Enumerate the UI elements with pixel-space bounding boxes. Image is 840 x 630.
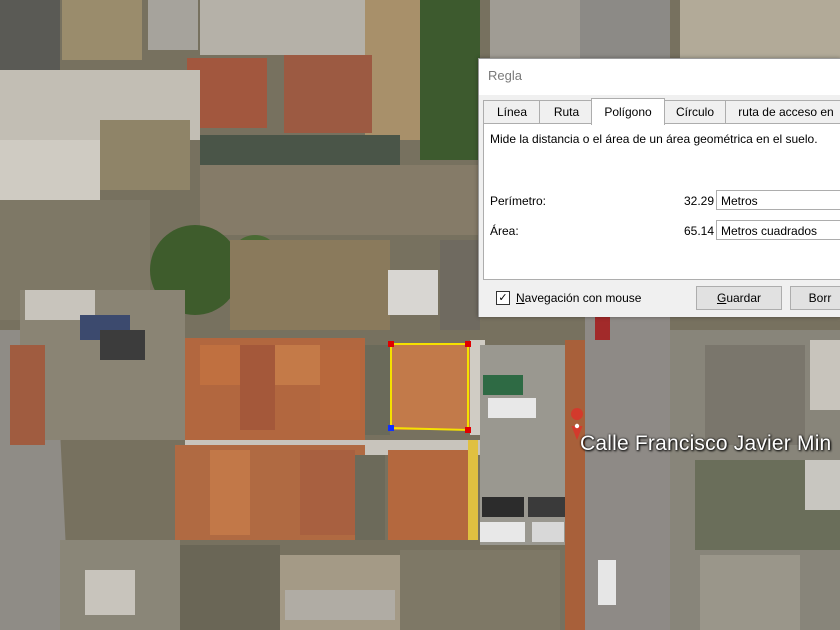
area-value: 65.14 (683, 224, 714, 238)
mouse-navigation-toggle[interactable]: ✓ Navegación con mouse (496, 291, 641, 305)
perimeter-value: 32.29 (683, 194, 714, 208)
polygon-vertex (388, 341, 394, 347)
area-label: Área: (490, 224, 519, 238)
tab-path[interactable]: Ruta (539, 100, 594, 123)
perimeter-unit-select[interactable]: Metros (716, 190, 840, 210)
tab-circle[interactable]: Círculo (663, 100, 727, 123)
polygon-panel: Mide la distancia o el área de un área g… (483, 123, 840, 280)
polygon-vertex (465, 341, 471, 347)
mouse-navigation-label: Navegación con mouse (516, 291, 642, 305)
tab-access-route[interactable]: ruta de acceso en (725, 100, 840, 123)
dialog-title[interactable]: Regla (479, 59, 840, 95)
street-label: Calle Francisco Javier Min (580, 432, 832, 455)
polygon-vertex-active (388, 425, 394, 431)
checkbox-checked-icon[interactable]: ✓ (496, 291, 510, 305)
tab-line[interactable]: Línea (483, 100, 541, 123)
tab-description: Mide la distancia o el área de un área g… (490, 132, 818, 146)
perimeter-label: Perímetro: (490, 194, 547, 208)
clear-button[interactable]: Borr (790, 286, 840, 310)
tab-bar: Línea Ruta Polígono Círculo ruta de acce… (483, 98, 840, 125)
tab-polygon[interactable]: Polígono (591, 98, 665, 125)
area-unit-select[interactable]: Metros cuadrados (716, 220, 840, 240)
save-button[interactable]: Guardar (696, 286, 782, 310)
polygon-vertex (465, 427, 471, 433)
ruler-dialog: Regla Línea Ruta Polígono Círculo ruta d… (478, 58, 840, 317)
